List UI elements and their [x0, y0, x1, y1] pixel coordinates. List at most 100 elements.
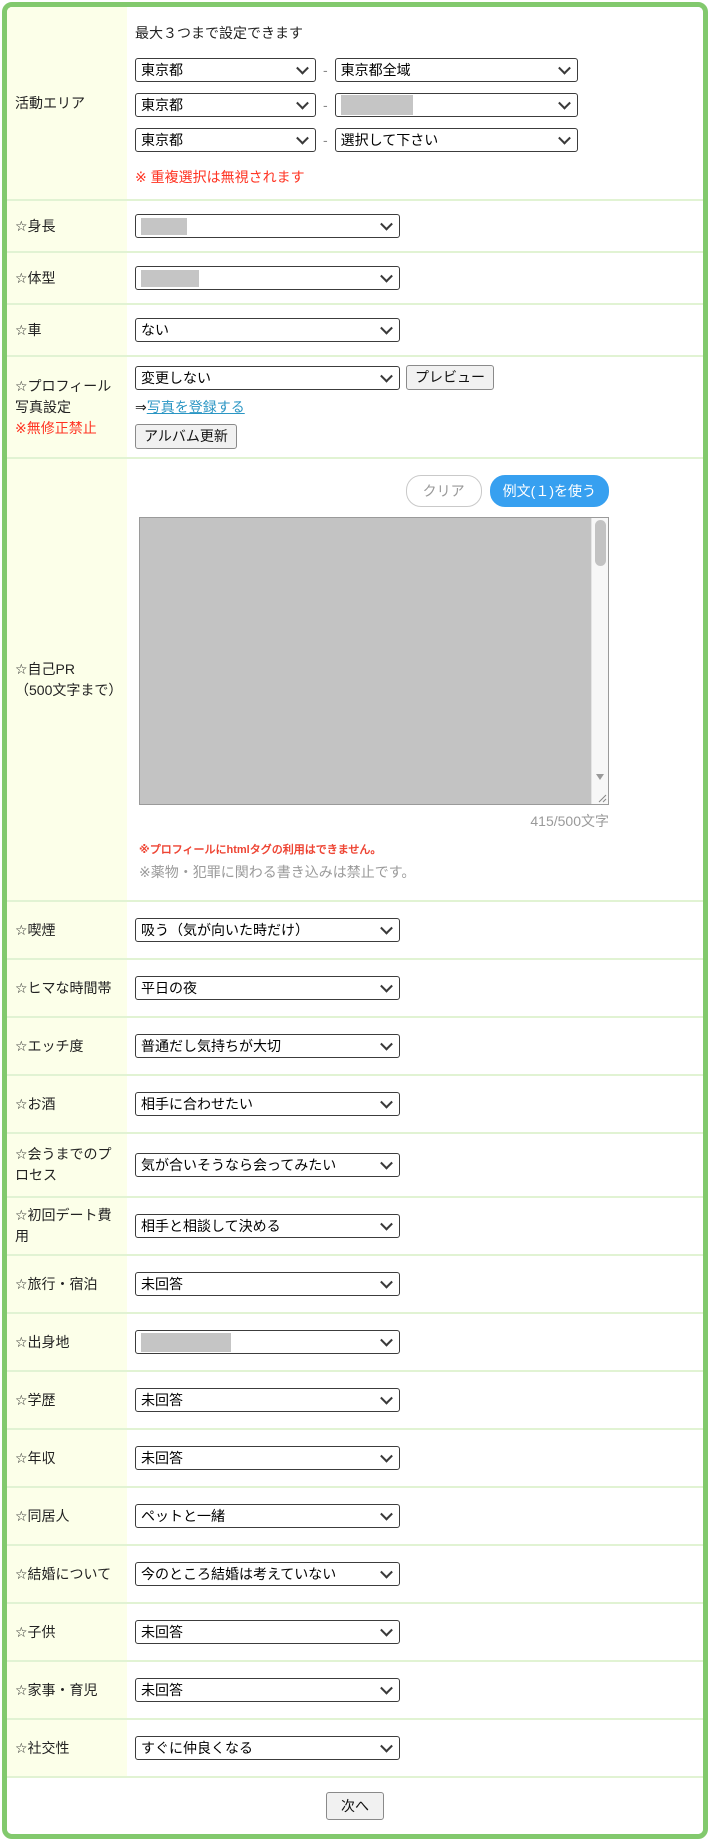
housework-select[interactable]: 未回答	[135, 1678, 400, 1702]
travel-select[interactable]: 未回答	[135, 1272, 400, 1296]
chevron-down-icon	[380, 1095, 393, 1109]
area-region-select-2[interactable]	[334, 93, 578, 117]
field-label: ☆自己PR	[15, 660, 75, 677]
field-label: ☆会うまでのプロセス	[7, 1134, 127, 1196]
height-select[interactable]	[135, 214, 400, 238]
field-label: ☆初回デート費用	[7, 1198, 127, 1254]
row-housemate: ☆同居人 ペットと一緒	[7, 1486, 703, 1544]
redacted-value	[340, 95, 413, 115]
field-label: ☆年収	[7, 1430, 127, 1486]
field-label: ☆ヒマな時間帯	[7, 960, 127, 1016]
scrollbar-thumb[interactable]	[594, 520, 606, 566]
car-select[interactable]: ない	[135, 318, 400, 342]
redacted-value	[141, 1332, 231, 1352]
field-label: ☆子供	[7, 1604, 127, 1660]
row-housework: ☆家事・育児 未回答	[7, 1660, 703, 1718]
chevron-down-icon	[380, 321, 393, 335]
chevron-down-icon	[380, 1275, 393, 1289]
row-profile-photo: ☆プロフィール写真設定 ※無修正禁止 変更しない プレビュー ⇒写真を登録する …	[7, 355, 703, 457]
profile-edit-form: 活動エリア 最大３つまで設定できます 東京都 - 東京都全域 東京都 - 東京都…	[2, 2, 708, 1839]
row-body-type: ☆体型	[7, 251, 703, 303]
housemate-select[interactable]: ペットと一緒	[135, 1504, 400, 1528]
first-date-cost-select[interactable]: 相手と相談して決める	[135, 1214, 400, 1238]
dash-separator: -	[323, 97, 328, 113]
rules-note: ※薬物・犯罪に関わる書き込みは禁止です。	[139, 864, 416, 880]
register-photo-link[interactable]: 写真を登録する	[147, 399, 245, 415]
chevron-down-icon	[557, 131, 571, 145]
chevron-down-icon	[380, 1037, 393, 1051]
redacted-value	[141, 269, 199, 287]
area-pref-select-2[interactable]: 東京都	[135, 93, 316, 117]
redacted-value	[141, 217, 187, 235]
chevron-down-icon	[380, 1623, 393, 1637]
meeting-process-select[interactable]: 気が合いそうなら会ってみたい	[135, 1153, 400, 1177]
field-label-note: （500文字まで）	[15, 681, 123, 698]
field-label: ☆お酒	[7, 1076, 127, 1132]
row-sociability: ☆社交性 すぐに仲良くなる	[7, 1718, 703, 1776]
arrow-icon: ⇒	[135, 399, 147, 415]
field-label: ☆身長	[7, 201, 127, 251]
row-lewdness: ☆エッチ度 普通だし気持ちが大切	[7, 1016, 703, 1074]
row-education: ☆学歴 未回答	[7, 1370, 703, 1428]
dash-separator: -	[323, 62, 328, 78]
sociability-select[interactable]: すぐに仲良くなる	[135, 1736, 400, 1760]
field-label: ☆体型	[7, 253, 127, 303]
chevron-down-icon	[380, 217, 393, 231]
row-children: ☆子供 未回答	[7, 1602, 703, 1660]
chevron-down-icon	[380, 1217, 393, 1231]
area-region-select-1[interactable]: 東京都全域	[334, 58, 578, 82]
field-label: 活動エリア	[7, 7, 127, 199]
marriage-select[interactable]: 今のところ結婚は考えていない	[135, 1562, 400, 1586]
row-self-pr: ☆自己PR （500文字まで） クリア 例文(１)を使う 415/500文字 ※…	[7, 457, 703, 900]
row-height: ☆身長	[7, 199, 703, 251]
row-first-date-cost: ☆初回デート費用 相手と相談して決める	[7, 1196, 703, 1254]
chevron-down-icon	[380, 1739, 393, 1753]
use-example-button[interactable]: 例文(１)を使う	[489, 475, 609, 507]
resize-handle-icon[interactable]	[597, 793, 607, 803]
field-label: ☆結婚について	[7, 1546, 127, 1602]
birthplace-select[interactable]	[135, 1330, 400, 1354]
photo-setting-select[interactable]: 変更しない	[135, 365, 400, 390]
redacted-value	[140, 518, 591, 804]
chevron-down-icon	[296, 96, 309, 110]
smoking-select[interactable]: 吸う（気が向いた時だけ）	[135, 918, 400, 942]
income-select[interactable]: 未回答	[135, 1446, 400, 1470]
children-select[interactable]: 未回答	[135, 1620, 400, 1644]
area-pref-select-1[interactable]: 東京都	[135, 58, 316, 82]
field-label: ☆出身地	[7, 1314, 127, 1370]
body-type-select[interactable]	[135, 266, 400, 290]
row-marriage: ☆結婚について 今のところ結婚は考えていない	[7, 1544, 703, 1602]
chevron-down-icon	[380, 979, 393, 993]
alcohol-select[interactable]: 相手に合わせたい	[135, 1092, 400, 1116]
scroll-down-icon[interactable]	[596, 774, 604, 780]
html-tag-note: ※プロフィールにhtmlタグの利用はできません。	[139, 844, 382, 856]
free-time-select[interactable]: 平日の夜	[135, 976, 400, 1000]
chevron-down-icon	[380, 1449, 393, 1463]
preview-button[interactable]: プレビュー	[406, 365, 494, 390]
row-income: ☆年収 未回答	[7, 1428, 703, 1486]
row-car: ☆車 ない	[7, 303, 703, 355]
area-region-select-3[interactable]: 選択して下さい	[334, 128, 578, 152]
field-label: ☆喫煙	[7, 902, 127, 958]
lewdness-select[interactable]: 普通だし気持ちが大切	[135, 1034, 400, 1058]
education-select[interactable]: 未回答	[135, 1388, 400, 1412]
self-pr-textarea[interactable]	[139, 517, 609, 805]
next-button[interactable]: 次へ	[326, 1791, 384, 1821]
field-label: ☆プロフィール写真設定	[15, 377, 112, 415]
chevron-down-icon	[380, 269, 393, 283]
chevron-down-icon	[380, 921, 393, 935]
field-label: ☆車	[7, 305, 127, 355]
field-label: ☆エッチ度	[7, 1018, 127, 1074]
chevron-down-icon	[380, 1507, 393, 1521]
scrollbar[interactable]	[591, 518, 608, 804]
album-update-button[interactable]: アルバム更新	[135, 424, 237, 449]
footer-row: 次へ	[7, 1776, 703, 1834]
area-hint: 最大３つまで設定できます	[135, 25, 303, 41]
area-pref-select-3[interactable]: 東京都	[135, 128, 316, 152]
row-alcohol: ☆お酒 相手に合わせたい	[7, 1074, 703, 1132]
row-travel: ☆旅行・宿泊 未回答	[7, 1254, 703, 1312]
clear-button[interactable]: クリア	[405, 475, 482, 507]
row-birthplace: ☆出身地	[7, 1312, 703, 1370]
chevron-down-icon	[380, 1391, 393, 1405]
row-free-time: ☆ヒマな時間帯 平日の夜	[7, 958, 703, 1016]
